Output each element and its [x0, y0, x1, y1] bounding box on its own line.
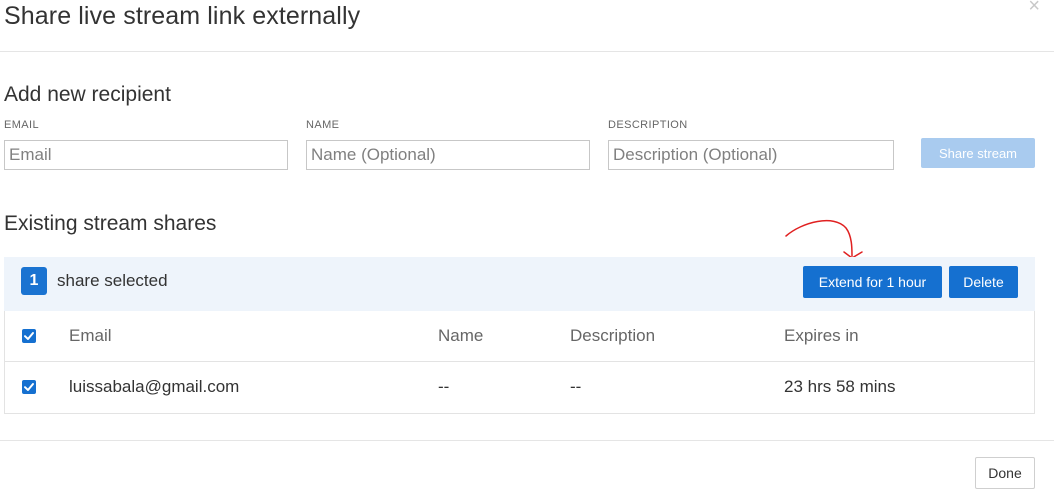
email-field[interactable]: [4, 140, 288, 170]
existing-shares-heading: Existing stream shares: [4, 212, 217, 235]
share-stream-button[interactable]: Share stream: [921, 138, 1035, 168]
row-checkbox[interactable]: [22, 380, 36, 394]
close-icon[interactable]: ×: [1028, 0, 1040, 16]
extend-button[interactable]: Extend for 1 hour: [803, 266, 942, 298]
description-label: DESCRIPTION: [608, 119, 688, 131]
selected-text: share selected: [57, 271, 168, 290]
row-expires: 23 hrs 58 mins: [784, 377, 896, 396]
name-field[interactable]: [306, 140, 590, 170]
shares-table: Email Name Description Expires in luissa…: [4, 311, 1035, 414]
done-button[interactable]: Done: [975, 457, 1035, 489]
checkbox-checked-icon: [24, 332, 34, 340]
modal-header: Share live stream link externally ×: [0, 0, 1054, 52]
column-header-expires[interactable]: Expires in: [784, 326, 859, 346]
row-description: --: [570, 377, 582, 396]
column-header-email[interactable]: Email: [69, 326, 112, 346]
checkbox-checked-icon: [24, 383, 34, 391]
table-header-row: Email Name Description Expires in: [5, 311, 1034, 362]
footer-divider: [0, 440, 1054, 441]
add-recipient-heading: Add new recipient: [4, 83, 171, 106]
row-email: luissabala@gmail.com: [69, 377, 240, 396]
row-name: --: [438, 377, 450, 396]
table-row: luissabala@gmail.com -- -- 23 hrs 58 min…: [5, 362, 1034, 413]
column-header-description[interactable]: Description: [570, 326, 655, 346]
email-label: EMAIL: [4, 119, 40, 131]
delete-button[interactable]: Delete: [949, 266, 1018, 298]
description-field[interactable]: [608, 140, 894, 170]
select-all-checkbox[interactable]: [22, 329, 36, 343]
column-header-name[interactable]: Name: [438, 326, 483, 346]
name-label: NAME: [306, 119, 340, 131]
modal-title: Share live stream link externally: [4, 2, 361, 30]
selected-count-badge: 1: [21, 267, 47, 295]
selection-bar: 1 share selected Extend for 1 hour Delet…: [4, 257, 1035, 311]
